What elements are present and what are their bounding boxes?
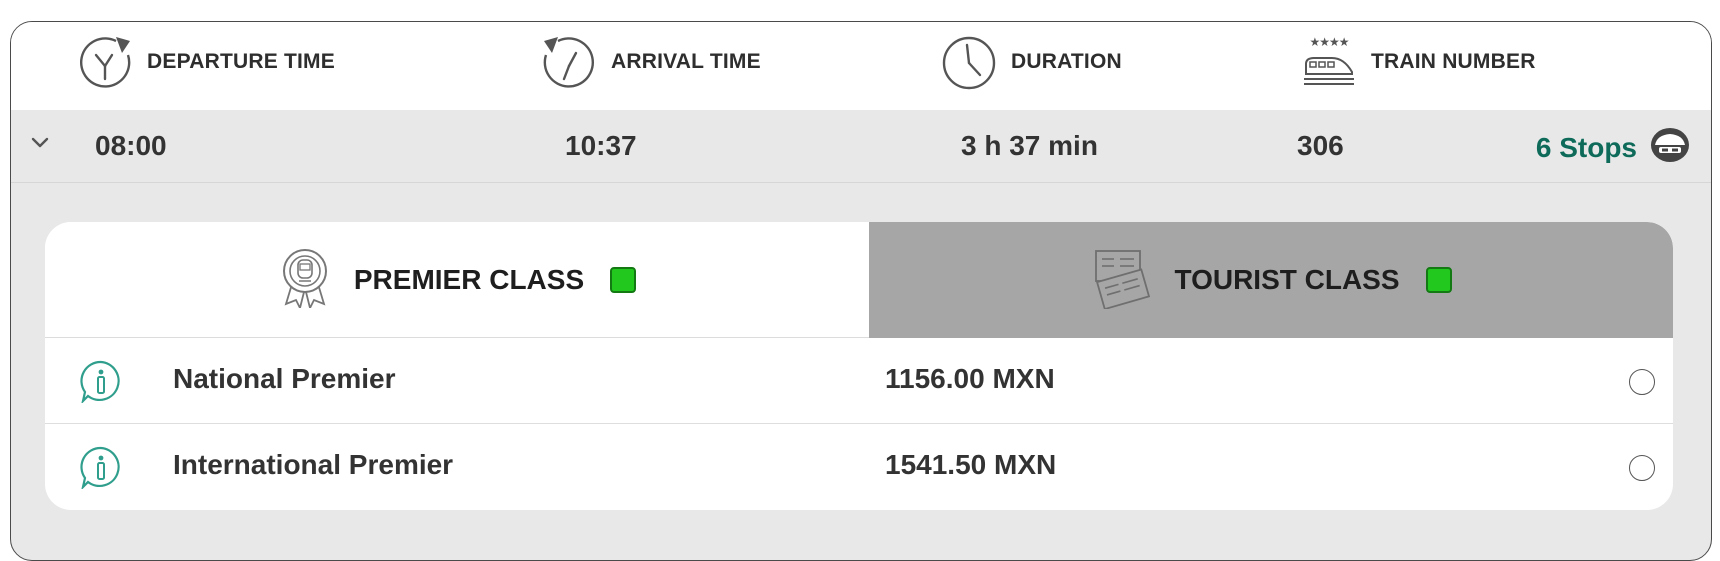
arrival-time-header: ARRIVAL TIME [539,32,761,92]
tickets-icon [1090,247,1152,314]
departure-time-label: DEPARTURE TIME [147,50,335,73]
trip-summary-row[interactable]: 08:00 10:37 3 h 37 min 306 6 Stops [11,110,1711,183]
availability-indicator [1425,267,1452,293]
column-header-row: DEPARTURE TIME ARRIVAL TIME DURATION ★★★… [11,22,1711,111]
duration-header: DURATION [939,32,1122,92]
fare-row[interactable]: National Premier 1156.00 MXN [45,338,1673,424]
stops-link[interactable]: 6 Stops [1536,125,1691,170]
stops-count[interactable]: 6 Stops [1536,132,1637,164]
arrival-time-value: 10:37 [565,130,637,161]
duration-label: DURATION [1011,50,1122,73]
info-icon[interactable] [79,445,123,494]
info-icon[interactable] [79,359,123,408]
train-number-header: ★★★★ TRAIN NUMBER [1299,32,1536,92]
train-stars: ★★★★ [1309,35,1349,49]
train-front-icon[interactable] [1649,125,1691,170]
fare-price: 1156.00 MXN [885,363,1055,394]
arrival-time-label: ARRIVAL TIME [611,50,761,73]
fare-row[interactable]: International Premier 1541.50 MXN [45,424,1673,510]
fare-name: National Premier [173,363,396,394]
availability-indicator [610,266,637,293]
arrival-clock-icon [539,32,599,92]
train-number-value: 306 [1297,130,1344,161]
tab-premier-class[interactable]: PREMIER CLASS [45,222,869,338]
fare-price: 1541.50 MXN [885,449,1057,480]
train-number-label: TRAIN NUMBER [1371,50,1536,73]
chevron-down-icon[interactable] [31,136,49,154]
tab-premier-label: PREMIER CLASS [353,263,585,295]
departure-time-header: DEPARTURE TIME [75,32,335,92]
fare-radio[interactable] [1629,369,1655,395]
train-schedule-card: DEPARTURE TIME ARRIVAL TIME DURATION ★★★… [10,21,1712,561]
fare-name: International Premier [173,449,454,480]
departure-clock-icon [75,32,135,92]
award-badge-icon [278,246,332,313]
tab-tourist-class[interactable]: TOURIST CLASS [869,222,1673,338]
clock-icon [939,32,999,92]
train-icon: ★★★★ [1299,32,1359,92]
duration-value: 3 h 37 min [961,130,1098,161]
tab-tourist-label: TOURIST CLASS [1174,264,1400,295]
fare-radio[interactable] [1629,455,1655,481]
class-fares-panel: PREMIER CLASS TOURIST CLASS National Pre… [45,222,1673,510]
departure-time-value: 08:00 [95,130,167,161]
